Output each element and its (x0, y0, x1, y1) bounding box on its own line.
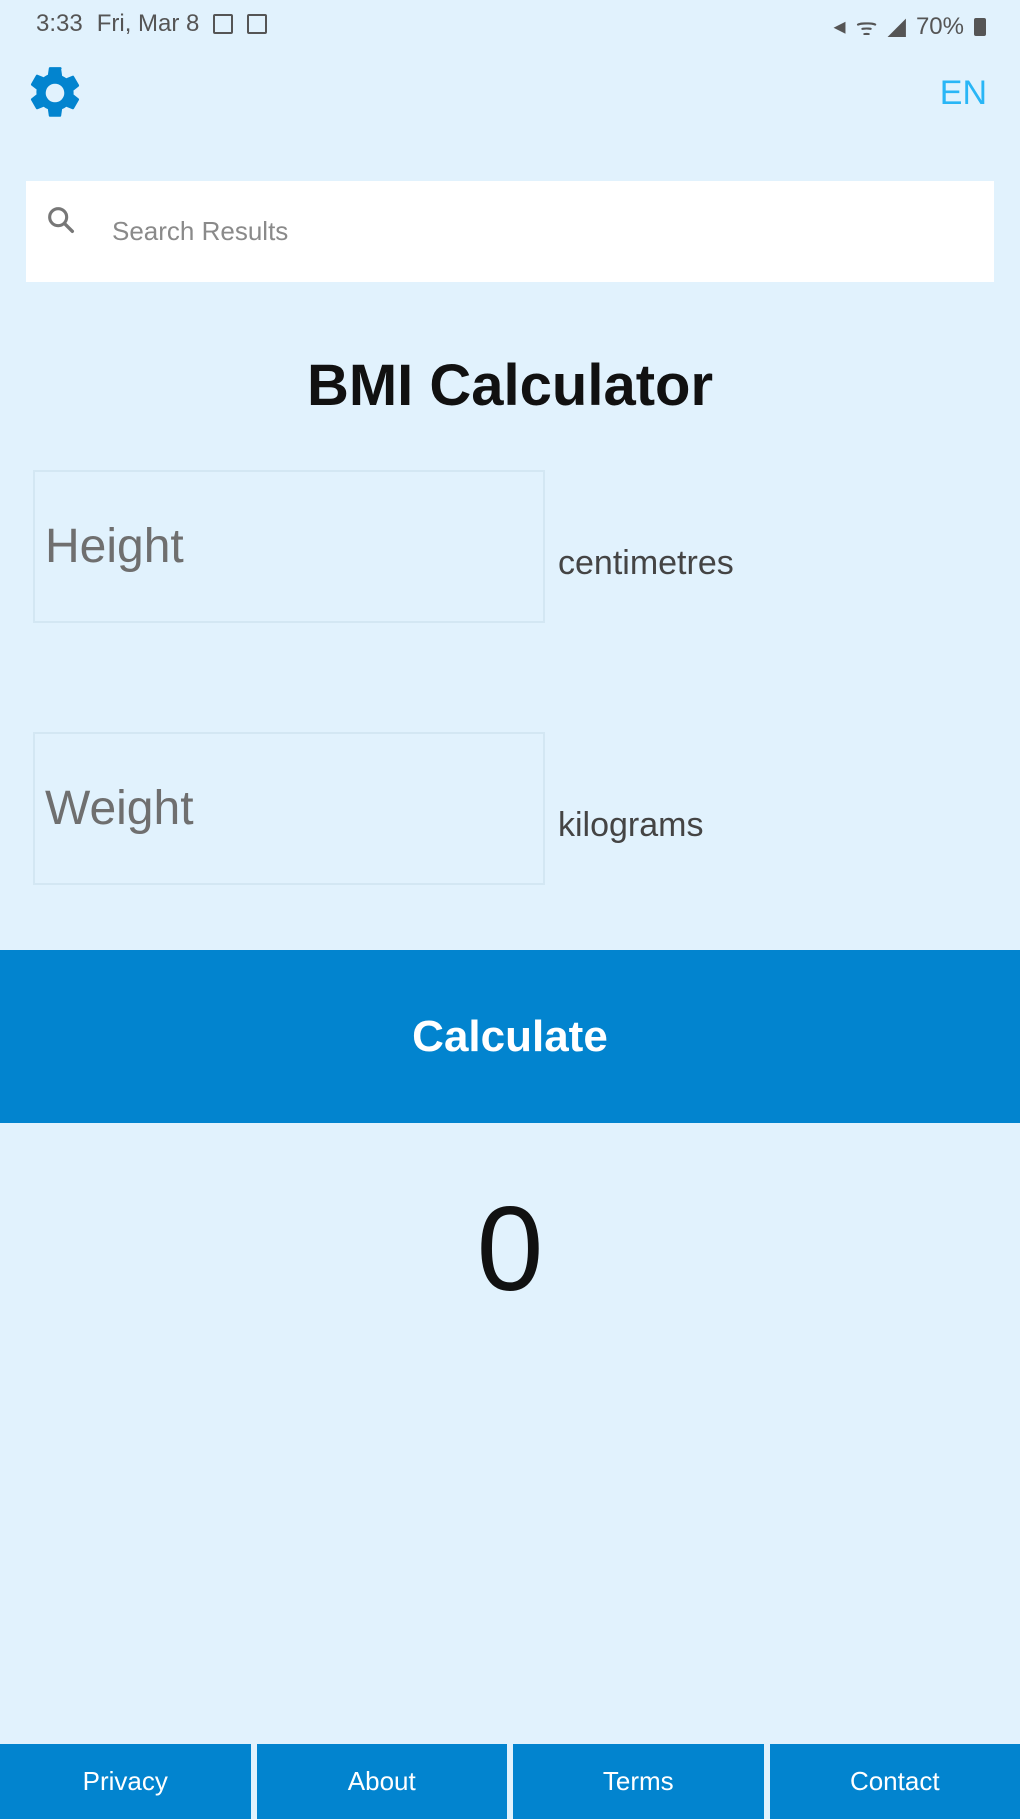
gear-icon (30, 67, 80, 117)
wifi-icon: ᯤ (855, 14, 878, 41)
search-bar[interactable] (26, 181, 994, 282)
weight-input[interactable] (35, 734, 543, 883)
footer-nav: Privacy About Terms Contact (0, 1744, 1020, 1819)
signal-icon: ◢ (887, 13, 906, 40)
height-unit-label: centimetres (558, 544, 734, 582)
footer-contact-button[interactable]: Contact (769, 1744, 1020, 1819)
height-field-container[interactable] (33, 470, 545, 623)
battery-icon (974, 17, 986, 36)
search-icon (48, 207, 75, 234)
bmi-result: 0 (476, 1182, 544, 1316)
status-date: Fri, Mar 8 (96, 10, 200, 37)
footer-privacy-button[interactable]: Privacy (0, 1744, 251, 1819)
settings-button[interactable] (22, 60, 88, 126)
status-time: 3:33 (36, 10, 83, 37)
footer-about-button[interactable]: About (256, 1744, 507, 1819)
calendar-icon (247, 14, 268, 34)
weight-field-container[interactable] (33, 732, 545, 885)
search-input[interactable] (84, 181, 964, 282)
page-title: BMI Calculator (306, 353, 714, 418)
footer-terms-button[interactable]: Terms (513, 1744, 764, 1819)
calculate-button[interactable]: Calculate (0, 950, 1020, 1123)
weight-unit-label: kilograms (558, 806, 704, 844)
notification-icon (213, 14, 234, 34)
height-input[interactable] (35, 472, 543, 621)
status-bar: 3:33 Fri, Mar 8 ◂ ᯤ ◢ 70% (0, 0, 1020, 50)
battery-level: 70% (915, 12, 964, 40)
mute-icon: ◂ (833, 13, 846, 40)
language-selector[interactable]: EN (940, 74, 987, 113)
